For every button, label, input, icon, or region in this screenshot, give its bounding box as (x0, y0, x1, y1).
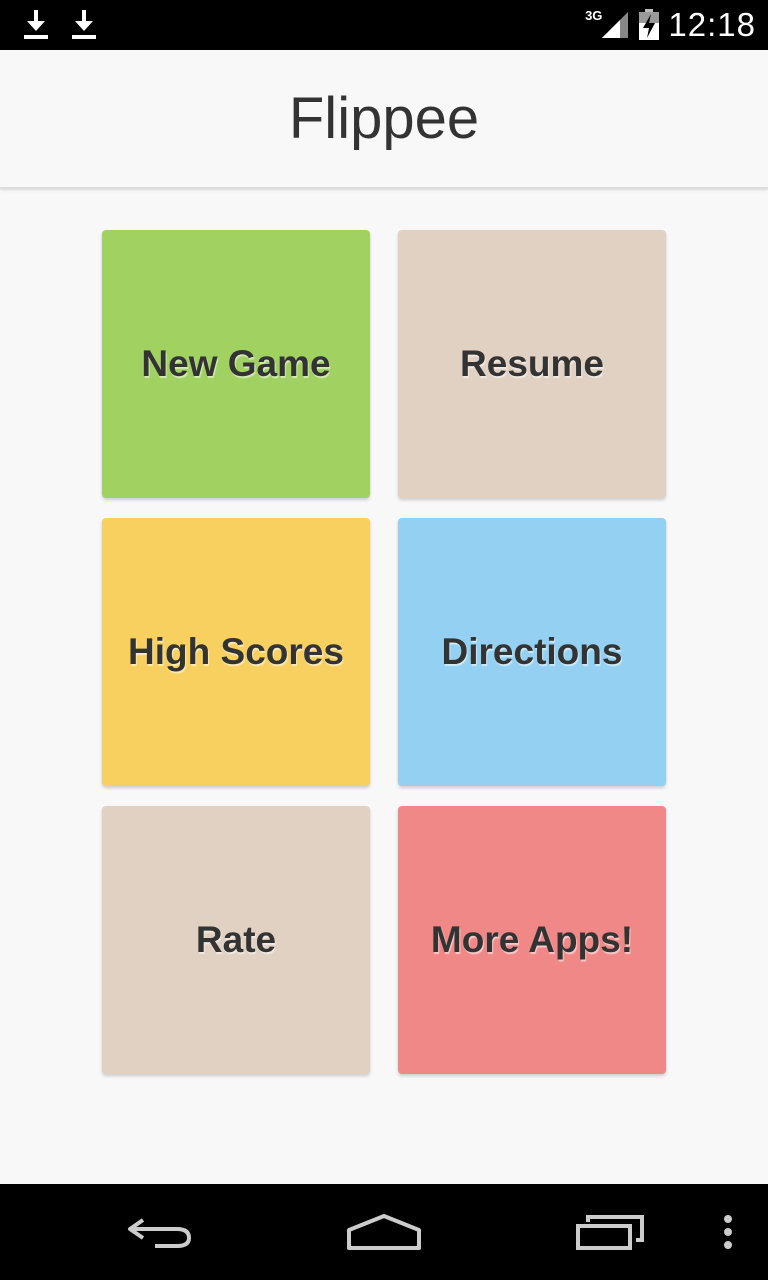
back-button[interactable] (110, 1184, 210, 1280)
home-icon (347, 1214, 421, 1250)
rate-button[interactable]: Rate (102, 806, 370, 1074)
network-type-label: 3G (585, 7, 603, 23)
high-scores-label: High Scores (128, 631, 344, 672)
overflow-menu-button[interactable] (708, 1184, 748, 1280)
overflow-menu-icon (724, 1215, 732, 1249)
status-bar: 3G 12:18 (0, 0, 768, 50)
recent-apps-icon (576, 1215, 644, 1250)
new-game-label: New Game (141, 343, 331, 384)
resume-button[interactable]: Resume (398, 230, 666, 498)
directions-label: Directions (441, 631, 623, 672)
more-apps-button[interactable]: More Apps! (398, 806, 666, 1074)
page-title: Flippee (288, 86, 480, 151)
battery-charging-icon (639, 9, 660, 40)
recent-apps-button[interactable] (560, 1184, 660, 1280)
clock: 12:18 (668, 6, 756, 43)
resume-label: Resume (460, 343, 604, 384)
app-bar: Flippee (0, 50, 768, 189)
home-button[interactable] (334, 1184, 434, 1280)
download-icon (24, 10, 48, 39)
more-apps-label: More Apps! (430, 919, 634, 960)
rate-label: Rate (195, 919, 277, 960)
signal-icon (602, 12, 629, 38)
navigation-bar (0, 1184, 768, 1280)
high-scores-button[interactable]: High Scores (102, 518, 370, 786)
back-icon (128, 1218, 192, 1248)
download-icon (72, 10, 96, 39)
directions-button[interactable]: Directions (398, 518, 666, 786)
new-game-button[interactable]: New Game (102, 230, 370, 498)
